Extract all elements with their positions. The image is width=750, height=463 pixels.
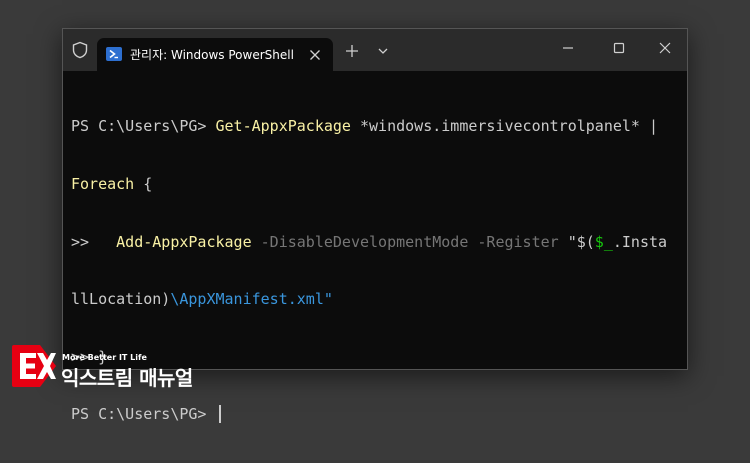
- text-cursor: [218, 405, 221, 424]
- variable-text: $_: [594, 232, 613, 251]
- string-text: .Insta: [612, 232, 668, 251]
- chevron-down-icon[interactable]: [377, 46, 389, 56]
- terminal-line: Foreach {: [71, 175, 681, 194]
- cmdlet-text: Foreach: [71, 175, 135, 193]
- string-text: llLocation): [71, 290, 171, 309]
- watermark-brand: 익스트림 매뉴얼: [61, 366, 193, 390]
- cmdlet-text: Get-AppxPackage: [215, 117, 351, 136]
- string-text: "$(: [567, 232, 595, 251]
- terminal-window: 관리자: Windows PowerShell PS C:\Users\PG> …: [62, 28, 688, 424]
- close-icon[interactable]: [657, 40, 673, 56]
- plus-icon[interactable]: [345, 44, 359, 58]
- terminal-output[interactable]: PS C:\Users\PG> Get-AppxPackage *windows…: [71, 79, 681, 424]
- cmdlet-text: Add-AppxPackage: [116, 232, 252, 251]
- terminal-line: llLocation)\AppXManifest.xml": [71, 290, 681, 309]
- watermark-tagline: More Better IT Life: [62, 353, 147, 362]
- logo-icon: [12, 345, 56, 387]
- close-icon[interactable]: [309, 49, 321, 61]
- terminal-line: >> Add-AppxPackage -DisableDevelopmentMo…: [71, 233, 681, 252]
- brace-text: {: [134, 175, 153, 193]
- tab-powershell[interactable]: 관리자: Windows PowerShell: [97, 38, 333, 71]
- minimize-icon[interactable]: [560, 40, 576, 56]
- maximize-icon[interactable]: [611, 40, 627, 56]
- string-text: \AppXManifest.xml": [170, 290, 333, 309]
- terminal-line: PS C:\Users\PG> Get-AppxPackage *windows…: [71, 117, 681, 136]
- parameter-text: -DisableDevelopmentMode -Register: [251, 232, 568, 251]
- powershell-icon: [106, 47, 122, 61]
- shield-icon: [72, 41, 88, 59]
- title-bar[interactable]: 관리자: Windows PowerShell: [63, 29, 687, 71]
- prompt-text: PS C:\Users\PG>: [71, 117, 216, 136]
- terminal-line: PS C:\Users\PG>: [71, 405, 681, 424]
- argument-text: *windows.immersivecontrolpanel* |: [350, 117, 659, 136]
- prompt-text: PS C:\Users\PG>: [71, 405, 216, 424]
- continuation-prompt: >>: [71, 232, 117, 251]
- tab-title: 관리자: Windows PowerShell: [130, 48, 294, 62]
